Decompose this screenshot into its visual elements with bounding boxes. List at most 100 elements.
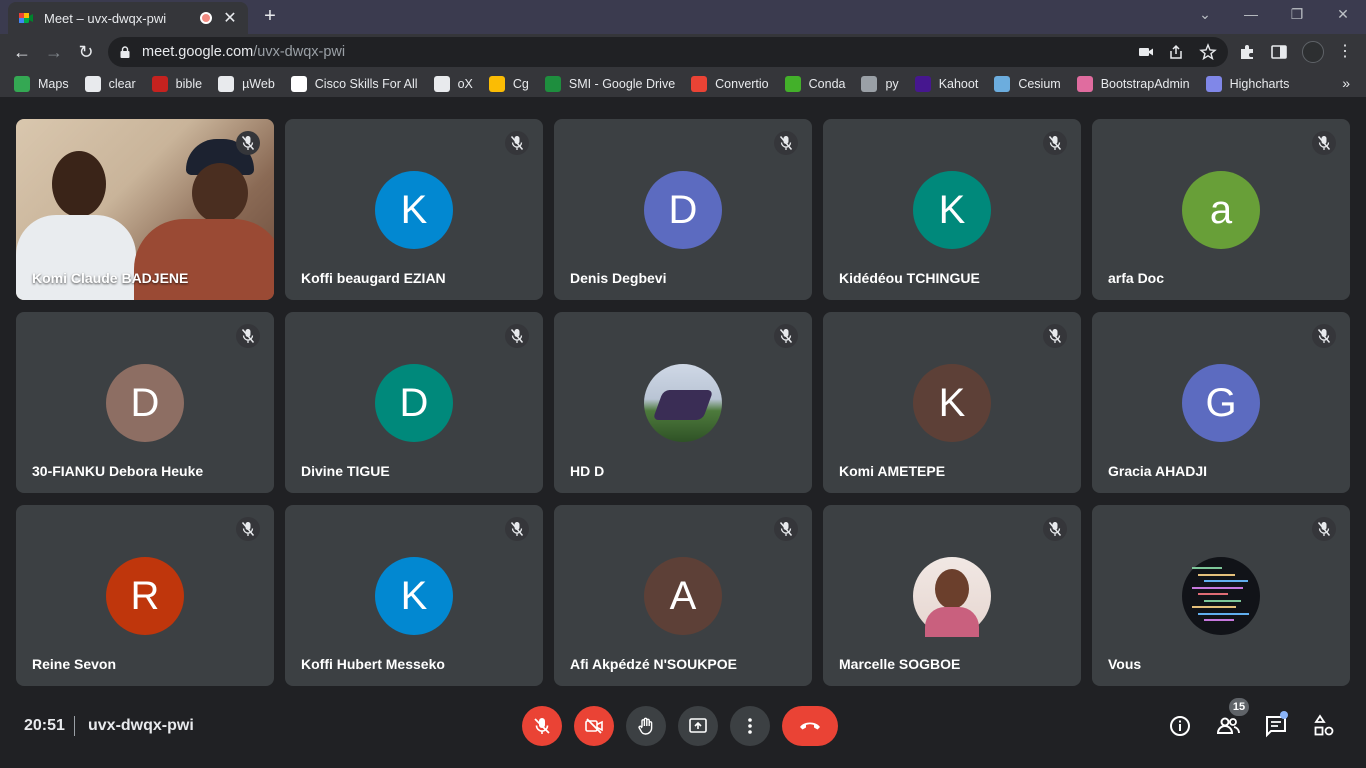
participant-name: Divine TIGUE	[301, 463, 390, 479]
mic-toggle-button[interactable]	[522, 706, 562, 746]
meeting-controls-bar: 20:51 uvx-dwqx-pwi	[0, 700, 1366, 768]
bookmark-item[interactable]: BootstrapAdmin	[1076, 75, 1190, 92]
participant-avatar: K	[913, 364, 991, 442]
participant-tile[interactable]: Vous	[1092, 505, 1350, 686]
participant-tile[interactable]: D Denis Degbevi	[554, 119, 812, 300]
participant-count-badge: 15	[1229, 698, 1249, 716]
bookmark-label: Cisco Skills For All	[314, 76, 418, 91]
bookmark-item[interactable]: Maps	[14, 75, 69, 92]
bookmark-item[interactable]: Kahoot	[914, 75, 978, 92]
participant-tile[interactable]: HD D	[554, 312, 812, 493]
bookmark-favicon-icon	[1076, 75, 1093, 92]
participant-tile[interactable]: D 30-FIANKU Debora Heuke	[16, 312, 274, 493]
url-path: /uvx-dwqx-pwi	[253, 44, 346, 60]
participant-name: Denis Degbevi	[570, 270, 667, 286]
bookmark-item[interactable]: Cg	[488, 75, 529, 92]
bookmark-item[interactable]: SMI - Google Drive	[544, 75, 676, 92]
participant-tile[interactable]: K Koffi Hubert Messeko	[285, 505, 543, 686]
tab-search-icon[interactable]: ⌄	[1195, 6, 1215, 23]
bookmark-item[interactable]: Conda	[784, 75, 846, 92]
bookmark-item[interactable]: µWeb	[218, 75, 275, 92]
bookmark-item[interactable]: clear	[84, 75, 136, 92]
participant-tile[interactable]: Marcelle SOGBOE	[823, 505, 1081, 686]
leave-call-button[interactable]	[782, 706, 838, 746]
bookmark-label: Highcharts	[1229, 76, 1290, 91]
meet-favicon-icon	[18, 10, 34, 26]
minimize-icon[interactable]: —	[1241, 6, 1261, 22]
bookmark-star-icon[interactable]	[1199, 43, 1217, 61]
bookmark-item[interactable]: oX	[433, 75, 473, 92]
window-close-icon[interactable]: ✕	[1333, 6, 1353, 23]
address-bar[interactable]: meet.google.com/uvx-dwqx-pwi	[108, 37, 1228, 67]
divider	[74, 716, 75, 736]
reload-icon[interactable]: ↻	[74, 40, 98, 64]
browser-tabstrip: Meet – uvx-dwqx-pwi ✕ + ⌄ — ❐ ✕	[0, 0, 1366, 34]
participant-avatar-photo	[1182, 557, 1260, 635]
activities-icon[interactable]	[1312, 714, 1336, 738]
participant-tile[interactable]: K Kidédéou TCHINGUE	[823, 119, 1081, 300]
mic-muted-icon	[505, 517, 529, 541]
bookmark-label: Convertio	[715, 76, 769, 91]
side-panel-icon[interactable]	[1270, 43, 1288, 61]
participant-name: Reine Sevon	[32, 656, 117, 672]
participant-tile[interactable]: K Komi AMETEPE	[823, 312, 1081, 493]
bookmark-item[interactable]: Cesium	[994, 75, 1061, 92]
participant-avatar: D	[644, 171, 722, 249]
mic-muted-icon	[1043, 517, 1067, 541]
mic-muted-icon	[236, 324, 260, 348]
more-options-button[interactable]	[730, 706, 770, 746]
participant-tile[interactable]: K Koffi beaugard EZIAN	[285, 119, 543, 300]
mic-muted-icon	[1312, 324, 1336, 348]
browser-menu-icon[interactable]: ⋮	[1336, 43, 1354, 61]
people-icon[interactable]	[1216, 714, 1240, 738]
bookmark-item[interactable]: py	[861, 75, 899, 92]
raise-hand-button[interactable]	[626, 706, 666, 746]
participant-avatar: D	[106, 364, 184, 442]
participant-tile[interactable]: a arfa Doc	[1092, 119, 1350, 300]
bookmark-label: oX	[457, 76, 473, 91]
back-icon[interactable]: ←	[10, 40, 34, 64]
bookmarks-overflow-icon[interactable]: »	[1342, 75, 1350, 91]
meeting-details-icon[interactable]	[1168, 714, 1192, 738]
share-icon[interactable]	[1167, 43, 1185, 61]
bookmarks-bar: Maps clear bible µWeb Cisco Skills For All oX…	[0, 70, 1366, 98]
participant-tile[interactable]: D Divine TIGUE	[285, 312, 543, 493]
bookmark-label: SMI - Google Drive	[568, 76, 676, 91]
mic-muted-icon	[236, 131, 260, 155]
tab-close-icon[interactable]: ✕	[222, 8, 238, 28]
bookmark-item[interactable]: Convertio	[691, 75, 769, 92]
meeting-code: uvx-dwqx-pwi	[88, 717, 194, 734]
participant-avatar: D	[375, 364, 453, 442]
restore-icon[interactable]: ❐	[1287, 6, 1307, 23]
camera-toggle-button[interactable]	[574, 706, 614, 746]
mic-muted-icon	[1043, 324, 1067, 348]
bookmark-item[interactable]: Highcharts	[1205, 75, 1290, 92]
bookmark-item[interactable]: Cisco Skills For All	[290, 75, 418, 92]
meeting-time: 20:51	[24, 717, 65, 734]
forward-icon[interactable]: →	[42, 40, 66, 64]
profile-avatar-icon[interactable]	[1302, 41, 1324, 63]
mic-muted-icon	[1312, 517, 1336, 541]
browser-tab-meet[interactable]: Meet – uvx-dwqx-pwi ✕	[8, 2, 248, 34]
participant-tile[interactable]: Komi Claude BADJENE	[16, 119, 274, 300]
bookmark-favicon-icon	[691, 75, 708, 92]
bookmark-favicon-icon	[218, 75, 235, 92]
participant-avatar-photo	[913, 557, 991, 637]
browser-toolbar: ← → ↻ meet.google.com/uvx-dwqx-pwi ⋮	[0, 34, 1366, 70]
present-screen-button[interactable]	[678, 706, 718, 746]
bookmark-item[interactable]: bible	[151, 75, 202, 92]
hang-up-icon	[800, 722, 820, 730]
bookmark-label: Conda	[808, 76, 846, 91]
mic-muted-icon	[505, 324, 529, 348]
participant-tile[interactable]: G Gracia AHADJI	[1092, 312, 1350, 493]
participant-tile[interactable]: R Reine Sevon	[16, 505, 274, 686]
extensions-icon[interactable]	[1238, 43, 1256, 61]
bookmark-label: Maps	[38, 76, 69, 91]
participant-tile[interactable]: A Afi Akpédzé N'SOUKPOE	[554, 505, 812, 686]
mic-muted-icon	[1043, 131, 1067, 155]
camera-permission-icon[interactable]	[1137, 43, 1155, 61]
new-tab-button[interactable]: +	[260, 6, 280, 26]
bookmark-label: clear	[108, 76, 136, 91]
participant-avatar: K	[913, 171, 991, 249]
bookmark-favicon-icon	[914, 75, 931, 92]
